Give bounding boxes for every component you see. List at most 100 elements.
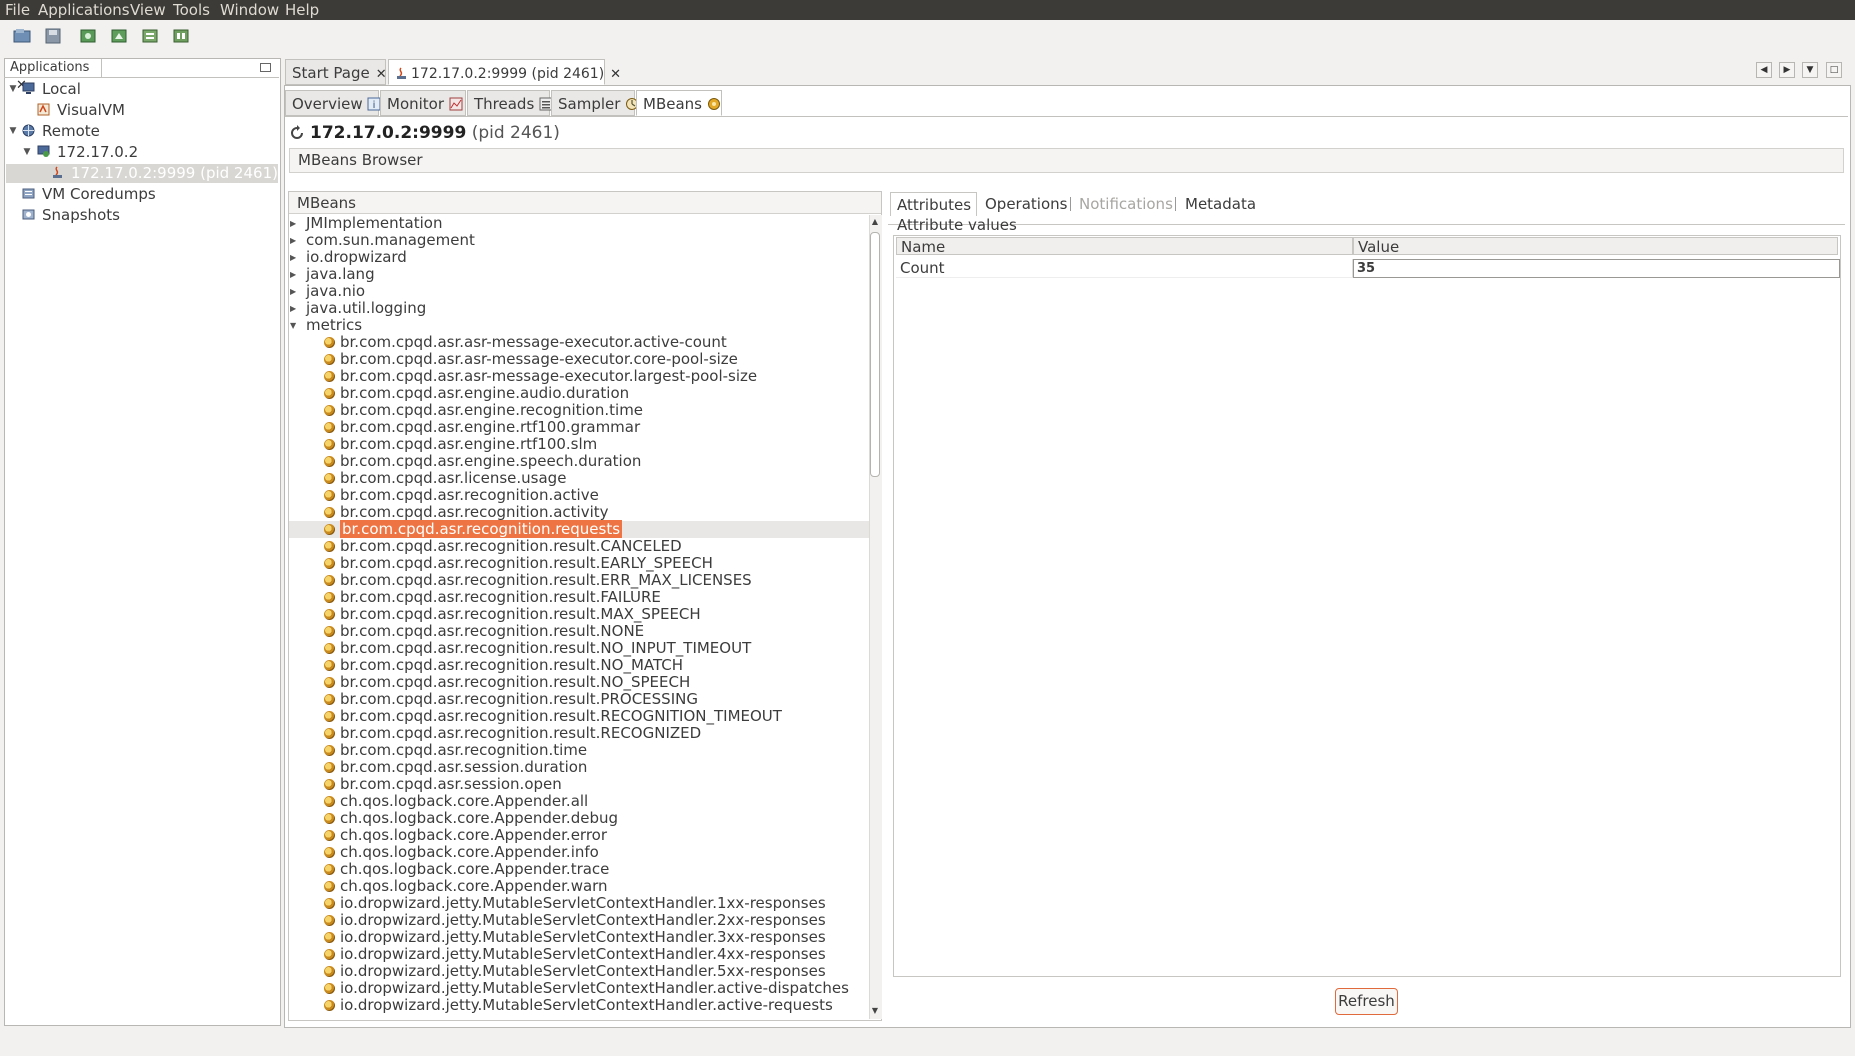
tree-item-local[interactable]: Local bbox=[42, 80, 81, 98]
mbean-item[interactable]: br.com.cpqd.asr.recognition.result.MAX_S… bbox=[324, 606, 701, 623]
expand-arrow-icon[interactable]: ▶ bbox=[290, 300, 296, 317]
mbean-item[interactable]: io.dropwizard.jetty.MutableServletContex… bbox=[324, 997, 833, 1014]
heap-dump-icon[interactable] bbox=[109, 27, 129, 45]
scroll-tabs-left-button[interactable]: ◀ bbox=[1756, 62, 1772, 78]
thread-dump-icon[interactable] bbox=[140, 27, 160, 45]
mbean-item[interactable]: br.com.cpqd.asr.engine.audio.duration bbox=[324, 385, 629, 402]
mbean-item[interactable]: br.com.cpqd.asr.recognition.active bbox=[324, 487, 599, 504]
table-row-value[interactable]: 35 bbox=[1353, 259, 1840, 278]
mbean-item[interactable]: br.com.cpqd.asr.engine.recognition.time bbox=[324, 402, 643, 419]
tab-metadata[interactable]: Metadata bbox=[1185, 192, 1256, 216]
mbean-item[interactable]: io.dropwizard.jetty.MutableServletContex… bbox=[324, 895, 826, 912]
tree-item-visualvm[interactable]: VisualVM bbox=[57, 101, 125, 119]
tab-jmx-app[interactable]: 172.17.0.2:9999 (pid 2461) ✕ bbox=[388, 59, 621, 85]
tree-item-remote[interactable]: Remote bbox=[42, 122, 100, 140]
mbean-item[interactable]: br.com.cpqd.asr.recognition.result.NO_IN… bbox=[324, 640, 751, 657]
scroll-down-arrow-icon[interactable]: ▼ bbox=[870, 1006, 880, 1016]
mbean-item[interactable]: br.com.cpqd.asr.recognition.time bbox=[324, 742, 587, 759]
close-icon[interactable]: ✕ bbox=[376, 67, 387, 82]
tree-item-jmx-app[interactable]: 172.17.0.2:9999 (pid 2461) bbox=[71, 164, 278, 182]
mbean-item[interactable]: br.com.cpqd.asr.recognition.result.ERR_M… bbox=[324, 572, 752, 589]
mbean-item-label: io.dropwizard.jetty.MutableServletContex… bbox=[340, 911, 826, 929]
column-header-name[interactable]: Name bbox=[896, 237, 1353, 256]
save-icon[interactable] bbox=[43, 27, 63, 45]
mbean-item[interactable]: br.com.cpqd.asr.recognition.result.NO_SP… bbox=[324, 674, 690, 691]
minimize-panel-icon[interactable] bbox=[260, 63, 271, 72]
mbean-item[interactable]: br.com.cpqd.asr.engine.rtf100.slm bbox=[324, 436, 597, 453]
expand-arrow-icon[interactable]: ▶ bbox=[290, 266, 296, 283]
mbean-item[interactable]: br.com.cpqd.asr.asr-message-executor.lar… bbox=[324, 368, 757, 385]
mbean-item[interactable]: br.com.cpqd.asr.recognition.result.PROCE… bbox=[324, 691, 698, 708]
mbean-item[interactable]: br.com.cpqd.asr.recognition.activity bbox=[324, 504, 609, 521]
tab-list-button[interactable]: ▼ bbox=[1802, 62, 1818, 78]
add-jmx-connection-icon[interactable] bbox=[78, 27, 98, 45]
maximize-button[interactable]: □ bbox=[1826, 62, 1842, 78]
mbean-item[interactable]: br.com.cpqd.asr.recognition.result.NO_MA… bbox=[324, 657, 683, 674]
mbean-item[interactable]: ch.qos.logback.core.Appender.info bbox=[324, 844, 599, 861]
mbean-item[interactable]: ch.qos.logback.core.Appender.all bbox=[324, 793, 588, 810]
refresh-label: Refresh bbox=[1338, 992, 1395, 1010]
table-row-name[interactable]: Count bbox=[896, 259, 1353, 278]
menu-file[interactable]: File bbox=[5, 1, 30, 19]
expand-arrow-icon[interactable]: ▼ bbox=[22, 147, 32, 157]
tab-overview[interactable]: Overview i bbox=[285, 90, 381, 116]
menu-applications[interactable]: Applications bbox=[38, 1, 130, 19]
mbean-item[interactable]: ch.qos.logback.core.Appender.warn bbox=[324, 878, 608, 895]
mbean-item[interactable]: br.com.cpqd.asr.engine.speech.duration bbox=[324, 453, 641, 470]
mbean-icon bbox=[324, 626, 335, 637]
tab-monitor[interactable]: Monitor bbox=[380, 90, 466, 116]
mbean-icon bbox=[324, 643, 335, 654]
mbean-item[interactable]: br.com.cpqd.asr.recognition.result.EARLY… bbox=[324, 555, 713, 572]
scroll-tabs-right-button[interactable]: ▶ bbox=[1779, 62, 1795, 78]
menu-window[interactable]: Window bbox=[220, 1, 279, 19]
column-header-value[interactable]: Value bbox=[1353, 237, 1838, 256]
mbean-item[interactable]: br.com.cpqd.asr.recognition.result.FAILU… bbox=[324, 589, 661, 606]
mbean-item[interactable]: br.com.cpqd.asr.asr-message-executor.cor… bbox=[324, 351, 738, 368]
mbean-item[interactable]: io.dropwizard.jetty.MutableServletContex… bbox=[324, 929, 826, 946]
tab-attributes[interactable]: Attributes bbox=[890, 192, 977, 216]
refresh-button[interactable]: Refresh bbox=[1335, 988, 1398, 1015]
applications-tab[interactable]: Applications ✕ bbox=[5, 59, 102, 93]
tab-mbeans[interactable]: MBeans bbox=[636, 90, 722, 116]
tab-operations[interactable]: Operations bbox=[985, 192, 1067, 216]
mbean-item-label: io.dropwizard.jetty.MutableServletContex… bbox=[340, 945, 826, 963]
collapse-arrow-icon[interactable]: ▼ bbox=[290, 317, 296, 334]
mbean-item[interactable]: br.com.cpqd.asr.session.duration bbox=[324, 759, 587, 776]
expand-arrow-icon[interactable]: ▼ bbox=[8, 84, 18, 94]
mbean-item[interactable]: io.dropwizard.jetty.MutableServletContex… bbox=[324, 912, 826, 929]
expand-arrow-icon[interactable]: ▶ bbox=[290, 215, 296, 232]
scrollbar-thumb[interactable] bbox=[870, 232, 880, 477]
mbean-item-selected[interactable]: br.com.cpqd.asr.recognition.requests bbox=[324, 520, 623, 538]
close-icon[interactable]: ✕ bbox=[610, 67, 621, 82]
menu-help[interactable]: Help bbox=[285, 1, 319, 19]
tab-start-page[interactable]: Start Page ✕ bbox=[285, 59, 387, 85]
open-snapshot-icon[interactable] bbox=[12, 27, 32, 45]
expand-arrow-icon[interactable]: ▶ bbox=[290, 232, 296, 249]
expand-arrow-icon[interactable]: ▶ bbox=[290, 249, 296, 266]
menu-tools[interactable]: Tools bbox=[173, 1, 210, 19]
mbean-item[interactable]: br.com.cpqd.asr.recognition.result.RECOG… bbox=[324, 725, 701, 742]
mbean-item[interactable]: ch.qos.logback.core.Appender.error bbox=[324, 827, 607, 844]
tree-item-snapshots[interactable]: Snapshots bbox=[42, 206, 120, 224]
tree-item-host[interactable]: 172.17.0.2 bbox=[57, 143, 138, 161]
scroll-up-arrow-icon[interactable]: ▲ bbox=[870, 217, 880, 227]
tab-sampler[interactable]: Sampler bbox=[551, 90, 639, 116]
mbean-item[interactable]: br.com.cpqd.asr.recognition.result.NONE bbox=[324, 623, 644, 640]
mbean-item[interactable]: br.com.cpqd.asr.license.usage bbox=[324, 470, 566, 487]
application-snapshot-icon[interactable] bbox=[171, 27, 191, 45]
mbean-item[interactable]: br.com.cpqd.asr.engine.rtf100.grammar bbox=[324, 419, 640, 436]
tree-item-vm-coredumps[interactable]: VM Coredumps bbox=[42, 185, 156, 203]
mbean-item[interactable]: ch.qos.logback.core.Appender.debug bbox=[324, 810, 618, 827]
expand-arrow-icon[interactable]: ▶ bbox=[290, 283, 296, 300]
mbean-item[interactable]: br.com.cpqd.asr.session.open bbox=[324, 776, 562, 793]
expand-arrow-icon[interactable]: ▼ bbox=[8, 126, 18, 136]
mbean-item[interactable]: br.com.cpqd.asr.recognition.result.RECOG… bbox=[324, 708, 782, 725]
mbean-item[interactable]: io.dropwizard.jetty.MutableServletContex… bbox=[324, 980, 849, 997]
menu-view[interactable]: View bbox=[130, 1, 166, 19]
tab-threads[interactable]: Threads bbox=[467, 90, 553, 116]
mbean-item[interactable]: ch.qos.logback.core.Appender.trace bbox=[324, 861, 609, 878]
mbean-item[interactable]: br.com.cpqd.asr.asr-message-executor.act… bbox=[324, 334, 727, 351]
mbean-item[interactable]: br.com.cpqd.asr.recognition.result.CANCE… bbox=[324, 538, 682, 555]
mbean-item[interactable]: io.dropwizard.jetty.MutableServletContex… bbox=[324, 946, 826, 963]
mbean-item[interactable]: io.dropwizard.jetty.MutableServletContex… bbox=[324, 963, 826, 980]
